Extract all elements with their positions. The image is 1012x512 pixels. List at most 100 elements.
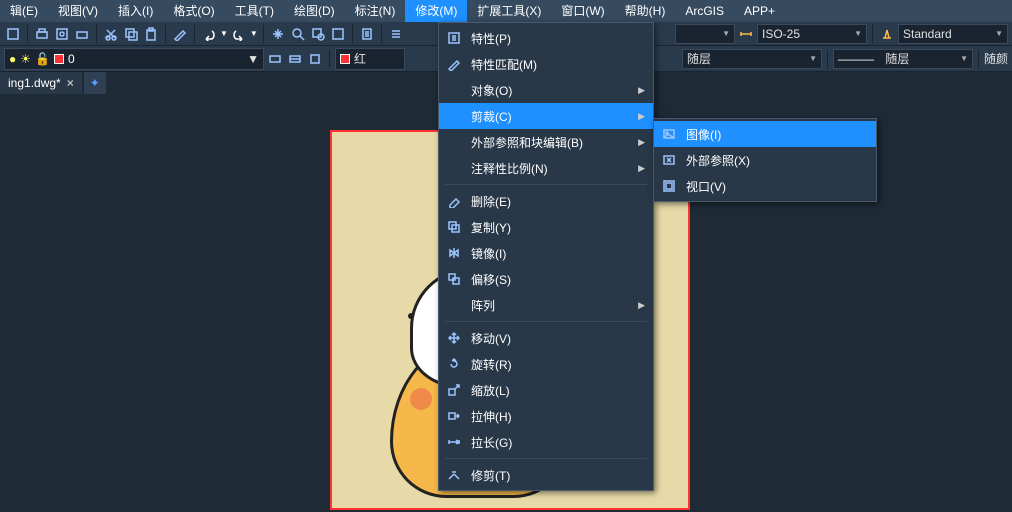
menuitem-偏移(S)[interactable]: 偏移(S) [439, 266, 653, 292]
viewport-icon [660, 177, 678, 195]
new-icon[interactable] [4, 25, 22, 43]
tab-active[interactable]: ing1.dwg* × [0, 72, 82, 94]
menuitem-label: 剪裁(C) [471, 108, 629, 125]
zoom-extents-icon[interactable] [329, 25, 347, 43]
menuitem-旋转(R)[interactable]: 旋转(R) [439, 351, 653, 377]
submenuitem-视口(V)[interactable]: 视口(V) [654, 173, 876, 199]
rotate-icon [445, 355, 463, 373]
paste-icon[interactable] [142, 25, 160, 43]
color-swatch [340, 54, 350, 64]
menuitem-label: 特性匹配(M) [471, 56, 629, 73]
zoom-icon[interactable] [289, 25, 307, 43]
color-label: 红 [354, 50, 366, 67]
menuitem-注释性比例(N)[interactable]: 注释性比例(N)▶ [439, 155, 653, 181]
menu-修改M[interactable]: 修改(M) [405, 0, 467, 22]
trim-icon [445, 466, 463, 484]
close-icon[interactable]: × [67, 76, 74, 90]
print-icon[interactable] [33, 25, 51, 43]
list-icon[interactable] [387, 25, 405, 43]
publish-icon[interactable] [73, 25, 91, 43]
erase-icon [445, 192, 463, 210]
textstyle-combo[interactable]: Standard▼ [898, 24, 1008, 44]
properties-icon [445, 29, 463, 47]
submenuitem-label: 外部参照(X) [686, 152, 852, 169]
new-tab-button[interactable]: ✦ [84, 72, 106, 94]
menu-格式O[interactable]: 格式(O) [163, 0, 224, 22]
menuitem-label: 镜像(I) [471, 245, 629, 262]
dimstyle-combo[interactable]: ISO-25▼ [757, 24, 867, 44]
chevron-right-icon: ▶ [638, 137, 645, 148]
preview-icon[interactable] [53, 25, 71, 43]
menuitem-label: 缩放(L) [471, 382, 629, 399]
menuitem-缩放(L)[interactable]: 缩放(L) [439, 377, 653, 403]
submenuitem-图像(I)[interactable]: 图像(I) [654, 121, 876, 147]
menu-扩展工具X[interactable]: 扩展工具(X) [467, 0, 551, 22]
layer-off-icon[interactable] [306, 50, 324, 68]
dimstyle-icon[interactable] [737, 25, 755, 43]
menuitem-label: 修剪(T) [471, 467, 629, 484]
menuitem-拉伸(H)[interactable]: 拉伸(H) [439, 403, 653, 429]
menu-帮助H[interactable]: 帮助(H) [615, 0, 676, 22]
menuitem-特性(P)[interactable]: 特性(P) [439, 25, 653, 51]
menuitem-移动(V)[interactable]: 移动(V) [439, 325, 653, 351]
menuitem-阵列[interactable]: 阵列▶ [439, 292, 653, 318]
menuitem-label: 移动(V) [471, 330, 629, 347]
menuitem-特性匹配(M)[interactable]: 特性匹配(M) [439, 51, 653, 77]
linetype-combo[interactable]: 随层▼ [682, 49, 822, 69]
calc-icon[interactable] [358, 25, 376, 43]
menuitem-对象(O)[interactable]: 对象(O) ▶ [439, 77, 653, 103]
menu-工具T[interactable]: 工具(T) [225, 0, 284, 22]
menu-标注N[interactable]: 标注(N) [345, 0, 406, 22]
blank-icon [445, 81, 463, 99]
menuitem-剪裁(C)[interactable]: 剪裁(C)▶ [439, 103, 653, 129]
textstyle-icon[interactable] [878, 25, 896, 43]
plotstyle-label: 随颜 [984, 50, 1008, 67]
menu-APP+[interactable]: APP+ [734, 0, 785, 22]
menu-视图V[interactable]: 视图(V) [48, 0, 108, 22]
submenuitem-label: 视口(V) [686, 178, 852, 195]
copy-icon[interactable] [122, 25, 140, 43]
layer-prev-icon[interactable] [266, 50, 284, 68]
menu-窗口W[interactable]: 窗口(W) [551, 0, 614, 22]
menu-辑E[interactable]: 辑(E) [0, 0, 48, 22]
menu-ArcGIS[interactable]: ArcGIS [675, 0, 734, 22]
tab-label: ing1.dwg* [8, 76, 61, 90]
menu-插入I[interactable]: 插入(I) [108, 0, 163, 22]
layer-state-combo[interactable]: ▼ [675, 24, 735, 44]
menuitem-label: 拉伸(H) [471, 408, 629, 425]
menuitem-label: 旋转(R) [471, 356, 629, 373]
zoom-window-icon[interactable] [309, 25, 327, 43]
clip-submenu: 图像(I) 外部参照(X) 视口(V) [653, 118, 877, 202]
current-color-combo[interactable]: 红 [335, 48, 405, 70]
pan-icon[interactable] [269, 25, 287, 43]
modify-menu: 特性(P)特性匹配(M)对象(O)▶剪裁(C)▶外部参照和块编辑(B)▶注释性比… [438, 22, 654, 491]
scale-icon [445, 381, 463, 399]
stretch-icon [445, 407, 463, 425]
offset-icon [445, 270, 463, 288]
menu-绘图D[interactable]: 绘图(D) [284, 0, 345, 22]
match-icon[interactable] [171, 25, 189, 43]
lineweight-combo[interactable]: ——— 随层▼ [833, 49, 973, 69]
menuitem-label: 对象(O) [471, 82, 629, 99]
cut-icon[interactable] [102, 25, 120, 43]
main-menubar: 辑(E)视图(V)插入(I)格式(O)工具(T)绘图(D)标注(N)修改(M)扩… [0, 0, 1012, 22]
menuitem-镜像(I)[interactable]: 镜像(I) [439, 240, 653, 266]
menuitem-拉长(G)[interactable]: 拉长(G) [439, 429, 653, 455]
lineweight-value: 随层 [885, 50, 909, 67]
menuitem-删除(E)[interactable]: 删除(E) [439, 188, 653, 214]
menuitem-外部参照和块编辑(B)[interactable]: 外部参照和块编辑(B)▶ [439, 129, 653, 155]
submenuitem-外部参照(X)[interactable]: 外部参照(X) [654, 147, 876, 173]
menuitem-label: 拉长(G) [471, 434, 629, 451]
menuitem-复制(Y)[interactable]: 复制(Y) [439, 214, 653, 240]
layer-combo[interactable]: ● ☀ 🔓 0 ▼ [4, 48, 264, 70]
chevron-right-icon: ▶ [638, 163, 645, 174]
lengthen-icon [445, 433, 463, 451]
redo-icon[interactable] [230, 25, 248, 43]
undo-icon[interactable] [200, 25, 218, 43]
menuitem-修剪(T)[interactable]: 修剪(T) [439, 462, 653, 488]
xref-icon [660, 151, 678, 169]
move-icon [445, 329, 463, 347]
layer-iso-icon[interactable] [286, 50, 304, 68]
chevron-right-icon: ▶ [638, 300, 645, 311]
chevron-right-icon: ▶ [638, 85, 645, 96]
